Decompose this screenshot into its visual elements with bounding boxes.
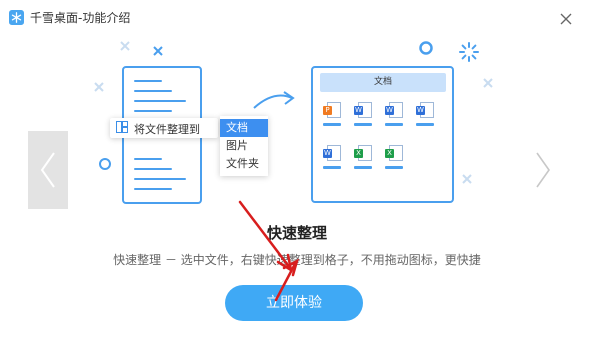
context-menu-illustration: 将文件整理到 — [110, 118, 218, 138]
folder-title: 文档 — [320, 73, 446, 92]
chevron-left-icon — [40, 152, 55, 188]
next-slide-button[interactable] — [527, 131, 567, 209]
sparkle-cross-icon — [153, 46, 163, 56]
folder-illustration: 文档 PWWWWXX — [311, 66, 454, 203]
word-file-icon: W — [385, 102, 403, 128]
submenu-illustration: 文档 图片 文件夹 — [220, 116, 268, 176]
submenu-item: 图片 — [226, 139, 248, 152]
ppt-file-icon: P — [323, 102, 341, 128]
window-title: 千雪桌面-功能介绍 — [30, 11, 131, 25]
word-file-icon: W — [323, 145, 341, 171]
doc-line — [134, 110, 172, 112]
prev-slide-button[interactable] — [28, 131, 68, 209]
doc-line — [134, 158, 162, 160]
sparkle-cross-icon — [94, 82, 104, 92]
burst-icon — [459, 42, 479, 62]
excel-file-icon: X — [354, 145, 372, 171]
excel-file-icon: X — [385, 145, 403, 171]
sparkle-cross-icon — [120, 41, 130, 51]
submenu-item: 文档 — [220, 119, 268, 137]
chevron-right-icon — [536, 152, 550, 188]
try-now-button[interactable]: 立即体验 — [225, 285, 363, 321]
sparkle-cross-icon — [483, 78, 493, 88]
close-icon[interactable] — [556, 9, 576, 29]
circle-decoration-icon — [419, 41, 433, 55]
sparkle-cross-icon — [462, 174, 472, 184]
doc-line — [134, 80, 162, 82]
curved-arrow-icon — [253, 91, 295, 109]
feature-description: 快速整理 － 选中文件，右键快速整理到格子，不用拖动图标，更快捷 — [113, 253, 481, 267]
doc-line — [134, 90, 172, 92]
context-menu-label: 将文件整理到 — [134, 123, 200, 136]
intro-window: 千雪桌面-功能介绍 将文件整理到 文档 图片 文件夹 文档 P W W W W … — [0, 0, 594, 341]
doc-line — [134, 188, 172, 190]
circle-decoration-icon — [99, 158, 111, 170]
doc-line — [134, 100, 186, 102]
word-file-icon: W — [416, 102, 434, 128]
word-file-icon: W — [354, 102, 372, 128]
title-bar: 千雪桌面-功能介绍 — [0, 0, 594, 34]
doc-line — [134, 168, 172, 170]
grid-icon — [116, 121, 128, 133]
submenu-item: 文件夹 — [226, 157, 259, 170]
feature-heading: 快速整理 — [266, 224, 327, 242]
snowflake-icon — [9, 10, 24, 25]
doc-line — [134, 178, 186, 180]
